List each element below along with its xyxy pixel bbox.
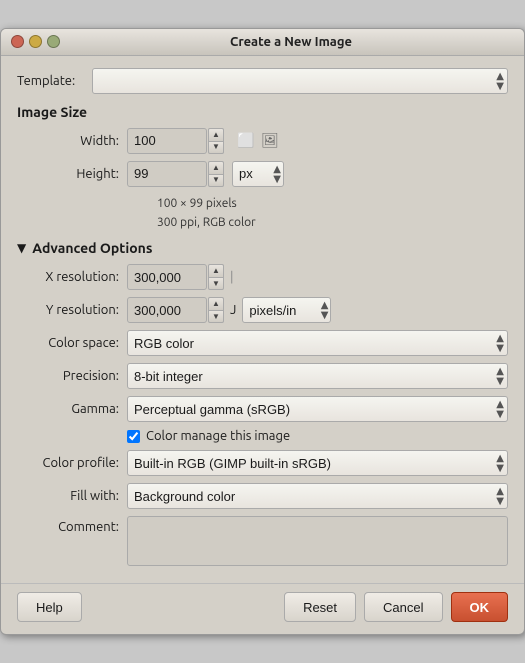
yresolution-increment-button[interactable]: ▲ (208, 297, 224, 310)
xresolution-spin-buttons: ▲ ▼ (208, 264, 224, 290)
res-unit-wrapper: pixels/in pixels/mm pixels/cm ▲▼ (242, 297, 331, 323)
yresolution-label: Y resolution: (17, 303, 127, 317)
color-manage-row: Color manage this image (127, 429, 508, 443)
size-info-resolution: 300 ppi, RGB color (157, 213, 508, 232)
width-spin-buttons: ▲ ▼ (208, 128, 224, 154)
gamma-select-container: Perceptual gamma (sRGB) Linear light Non… (127, 396, 508, 422)
height-increment-button[interactable]: ▲ (208, 161, 224, 174)
template-select[interactable] (92, 68, 508, 94)
precision-select[interactable]: 8-bit integer 16-bit integer 32-bit floa… (127, 363, 508, 389)
xresolution-input[interactable] (127, 264, 207, 290)
gamma-label: Gamma: (17, 402, 127, 416)
close-button[interactable] (11, 35, 24, 48)
comment-label: Comment: (17, 516, 127, 534)
width-decrement-button[interactable]: ▼ (208, 141, 224, 154)
titlebar: Create a New Image (1, 29, 524, 56)
ok-button[interactable]: OK (451, 592, 509, 622)
minimize-button[interactable] (29, 35, 42, 48)
xresolution-spinner: ▲ ▼ (127, 264, 224, 290)
comment-textarea[interactable] (127, 516, 508, 566)
colorprofile-row: Color profile: Built-in RGB (GIMP built-… (17, 450, 508, 476)
landscape-icon[interactable]: 🖼 (260, 131, 280, 151)
height-spin-buttons: ▲ ▼ (208, 161, 224, 187)
advanced-options-title: Advanced Options (32, 240, 152, 256)
width-increment-button[interactable]: ▲ (208, 128, 224, 141)
color-manage-checkbox[interactable] (127, 430, 140, 443)
resolution-unit-select[interactable]: pixels/in pixels/mm pixels/cm (242, 297, 331, 323)
yresolution-decrement-button[interactable]: ▼ (208, 310, 224, 323)
size-info: 100 × 99 pixels 300 ppi, RGB color (157, 194, 508, 232)
height-row: Height: ▲ ▼ px mm cm in ▲▼ (17, 161, 508, 187)
colorspace-select-container: RGB color Grayscale CMYK ▲▼ (127, 330, 508, 356)
xresolution-row: X resolution: ▲ ▼ | (17, 264, 508, 290)
fillwith-select[interactable]: Background color Foreground color White … (127, 483, 508, 509)
cancel-button[interactable]: Cancel (364, 592, 442, 622)
width-label: Width: (17, 134, 127, 148)
yresolution-spin-buttons: ▲ ▼ (208, 297, 224, 323)
create-image-dialog: Create a New Image Template: ▲▼ Image Si… (0, 28, 525, 635)
precision-select-container: 8-bit integer 16-bit integer 32-bit floa… (127, 363, 508, 389)
reset-button[interactable]: Reset (284, 592, 356, 622)
yresolution-row: Y resolution: ▲ ▼ J pixels/in pixels/mm … (17, 297, 508, 323)
color-manage-label[interactable]: Color manage this image (146, 429, 290, 443)
unit-wrapper: px mm cm in ▲▼ (232, 161, 284, 187)
window-controls (11, 35, 60, 48)
height-decrement-button[interactable]: ▼ (208, 174, 224, 187)
help-button[interactable]: Help (17, 592, 82, 622)
unit-select[interactable]: px mm cm in (232, 161, 284, 187)
fillwith-label: Fill with: (17, 489, 127, 503)
colorprofile-select-container: Built-in RGB (GIMP built-in sRGB) ▲▼ (127, 450, 508, 476)
footer-left: Help (17, 592, 284, 622)
footer: Help Reset Cancel OK (1, 583, 524, 634)
template-select-container: ▲▼ (92, 68, 508, 94)
fillwith-select-container: Background color Foreground color White … (127, 483, 508, 509)
size-info-pixels: 100 × 99 pixels (157, 194, 508, 213)
xresolution-decrement-button[interactable]: ▼ (208, 277, 224, 290)
maximize-button[interactable] (47, 35, 60, 48)
height-input[interactable] (127, 161, 207, 187)
gamma-row: Gamma: Perceptual gamma (sRGB) Linear li… (17, 396, 508, 422)
width-row: Width: ▲ ▼ ⬜ 🖼 (17, 128, 508, 154)
footer-right: Reset Cancel OK (284, 592, 508, 622)
xresolution-label: X resolution: (17, 270, 127, 284)
image-size-title: Image Size (17, 104, 508, 120)
collapse-triangle-icon: ▼ (17, 241, 26, 255)
height-spinner: ▲ ▼ (127, 161, 224, 187)
portrait-icon[interactable]: ⬜ (236, 131, 256, 151)
window-title: Create a New Image (68, 35, 514, 49)
resolution-chain: | (230, 271, 234, 284)
comment-row: Comment: (17, 516, 508, 566)
yresolution-input[interactable] (127, 297, 207, 323)
fillwith-row: Fill with: Background color Foreground c… (17, 483, 508, 509)
height-label: Height: (17, 167, 127, 181)
width-input[interactable] (127, 128, 207, 154)
xresolution-increment-button[interactable]: ▲ (208, 264, 224, 277)
precision-row: Precision: 8-bit integer 16-bit integer … (17, 363, 508, 389)
yresolution-spinner: ▲ ▼ (127, 297, 224, 323)
template-row: Template: ▲▼ (17, 68, 508, 94)
chain-link-icon: | (230, 271, 234, 284)
gamma-select[interactable]: Perceptual gamma (sRGB) Linear light Non… (127, 396, 508, 422)
colorspace-label: Color space: (17, 336, 127, 350)
colorspace-select[interactable]: RGB color Grayscale CMYK (127, 330, 508, 356)
colorprofile-select[interactable]: Built-in RGB (GIMP built-in sRGB) (127, 450, 508, 476)
advanced-options-header[interactable]: ▼ Advanced Options (17, 240, 508, 256)
template-label: Template: (17, 74, 92, 88)
resolution-link-icon: J (230, 303, 236, 317)
link-icons: ⬜ 🖼 (236, 131, 280, 151)
precision-label: Precision: (17, 369, 127, 383)
colorprofile-label: Color profile: (17, 456, 127, 470)
width-spinner: ▲ ▼ (127, 128, 224, 154)
colorspace-row: Color space: RGB color Grayscale CMYK ▲▼ (17, 330, 508, 356)
